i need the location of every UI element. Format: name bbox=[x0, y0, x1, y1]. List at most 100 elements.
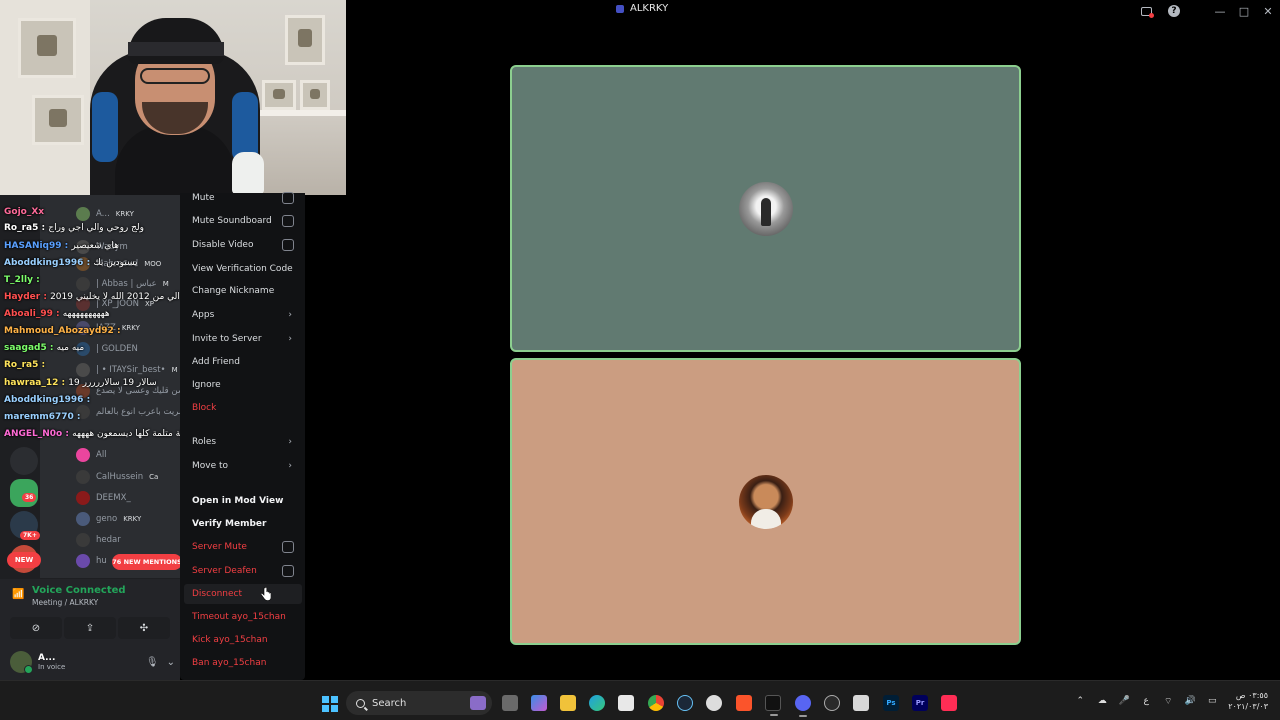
share-screen-button[interactable]: ⇪ bbox=[64, 617, 116, 639]
system-tray: ⌃ ☁ 🎤 ع ⌔ 🔊 ▭ ٠٣:٥٥ ص ٢٠٢١/٠٣/٠٣ bbox=[1074, 681, 1280, 720]
menu-item-server-mute[interactable]: Server Mute bbox=[192, 537, 298, 557]
battery-icon[interactable]: ▭ bbox=[1206, 695, 1218, 707]
edge-icon[interactable] bbox=[589, 695, 605, 711]
tiktok-icon[interactable] bbox=[941, 695, 957, 711]
menu-item-timeout[interactable]: Timeout ayo_15chan bbox=[192, 607, 298, 627]
capcut-icon[interactable] bbox=[765, 695, 781, 716]
member-list-item[interactable]: CalHussein Ca bbox=[76, 468, 158, 486]
premiere-icon[interactable]: Pr bbox=[912, 695, 928, 711]
member-list-item[interactable]: DEEMX_ bbox=[76, 489, 131, 507]
menu-item-open-in-mod-view[interactable]: Open in Mod View bbox=[192, 491, 298, 511]
menu-item-kick[interactable]: Kick ayo_15chan bbox=[192, 630, 298, 650]
close-button[interactable]: ✕ bbox=[1256, 0, 1280, 22]
taskbar-search[interactable]: Search bbox=[346, 691, 492, 715]
chrome-icon[interactable] bbox=[648, 695, 664, 711]
avatar[interactable] bbox=[76, 554, 90, 568]
member-name: geno bbox=[96, 514, 118, 524]
photoshop-icon[interactable]: Ps bbox=[883, 695, 899, 711]
avatar[interactable] bbox=[76, 533, 90, 547]
chevron-up-icon[interactable]: ⌃ bbox=[1074, 695, 1086, 707]
menu-item-label: Mute Soundboard bbox=[192, 216, 272, 226]
clock-date: ٢٠٢١/٠٣/٠٣ bbox=[1228, 702, 1268, 711]
copilot-icon[interactable] bbox=[531, 695, 547, 711]
participant-tile[interactable] bbox=[510, 65, 1021, 352]
menu-item-label: Apps bbox=[192, 310, 215, 320]
help-button[interactable]: ? bbox=[1160, 0, 1188, 22]
language-indicator[interactable]: ع bbox=[1140, 695, 1152, 707]
menu-item-label: Roles bbox=[192, 437, 217, 447]
menu-item-ignore[interactable]: Ignore bbox=[192, 375, 298, 395]
checkbox[interactable] bbox=[282, 192, 294, 204]
clock[interactable]: ٠٣:٥٥ ص ٢٠٢١/٠٣/٠٣ bbox=[1228, 690, 1268, 712]
menu-item-label: Mute bbox=[192, 193, 215, 203]
task-view-icon[interactable] bbox=[502, 695, 518, 711]
file-explorer-icon[interactable] bbox=[560, 695, 576, 711]
cloud-icon[interactable]: ☁ bbox=[1096, 695, 1108, 707]
checkbox[interactable] bbox=[282, 215, 294, 227]
avatar[interactable] bbox=[738, 474, 793, 529]
settings-icon[interactable] bbox=[706, 695, 722, 711]
brave-icon[interactable] bbox=[736, 695, 752, 711]
menu-item-change-nickname[interactable]: Change Nickname bbox=[192, 281, 298, 301]
microphone-icon[interactable]: 🎙 bbox=[146, 657, 159, 668]
menu-item-disconnect[interactable]: Disconnect bbox=[184, 584, 302, 604]
member-list-item[interactable]: geno KRKY bbox=[76, 510, 141, 528]
checkbox[interactable] bbox=[282, 239, 294, 251]
avatar[interactable] bbox=[10, 651, 33, 674]
window-title-text: ALKRKY bbox=[630, 3, 669, 14]
participant-tile[interactable] bbox=[510, 358, 1021, 645]
chat-username: Hayder : bbox=[4, 292, 47, 302]
store-icon[interactable] bbox=[618, 695, 634, 711]
checkbox[interactable] bbox=[282, 565, 294, 577]
new-pill[interactable]: NEW bbox=[7, 552, 41, 568]
avatar[interactable] bbox=[76, 512, 90, 526]
menu-item-add-friend[interactable]: Add Friend bbox=[192, 352, 298, 372]
microphone-icon[interactable]: 🎤 bbox=[1118, 695, 1130, 707]
chat-message: Gojo_Xx bbox=[4, 207, 44, 217]
menu-item-block[interactable]: Block bbox=[192, 398, 298, 418]
avatar[interactable] bbox=[738, 181, 793, 236]
discord-icon[interactable] bbox=[795, 695, 811, 717]
chevron-down-icon[interactable]: ⌄ bbox=[167, 657, 175, 668]
new-mentions-pill[interactable]: 76 NEW MENTIONS bbox=[112, 554, 180, 570]
maximize-button[interactable]: □ bbox=[1232, 0, 1256, 22]
chat-text: شدعوه وداعتك الي من 2012 الله لا يخليني … bbox=[50, 292, 180, 302]
menu-item-server-deafen[interactable]: Server Deafen bbox=[192, 561, 298, 581]
volume-icon[interactable]: 🔊 bbox=[1184, 695, 1196, 707]
menu-item-verify-member[interactable]: Verify Member bbox=[192, 514, 298, 534]
avatar[interactable] bbox=[76, 448, 90, 462]
voice-status[interactable]: Voice Connected bbox=[32, 585, 126, 596]
menu-item-mute[interactable]: Mute bbox=[192, 188, 298, 208]
server-icon[interactable] bbox=[10, 447, 38, 475]
checkbox[interactable] bbox=[282, 541, 294, 553]
avatar[interactable] bbox=[76, 470, 90, 484]
help-icon: ? bbox=[1168, 5, 1180, 17]
chat-text: هاي شعيصير bbox=[71, 241, 119, 251]
menu-item-move-to[interactable]: Move to › bbox=[192, 456, 298, 476]
steam-icon[interactable] bbox=[677, 695, 693, 711]
obs-icon[interactable] bbox=[824, 695, 840, 711]
activities-button[interactable]: ✣ bbox=[118, 617, 170, 639]
avatar[interactable] bbox=[76, 491, 90, 505]
start-button[interactable] bbox=[322, 696, 338, 712]
menu-item-mute-soundboard[interactable]: Mute Soundboard bbox=[192, 211, 298, 231]
member-tag: Ca bbox=[149, 473, 159, 481]
camera-off-button[interactable]: ⊘ bbox=[10, 617, 62, 639]
chat-username: Aboddking1996 : bbox=[4, 258, 91, 268]
menu-item-roles[interactable]: Roles › bbox=[192, 432, 298, 452]
member-list-item[interactable]: hedar bbox=[76, 531, 121, 549]
menu-item-invite-to-server[interactable]: Invite to Server › bbox=[192, 329, 298, 349]
menu-item-disable-video[interactable]: Disable Video bbox=[192, 235, 298, 255]
search-icon bbox=[356, 698, 365, 708]
screen-record-button[interactable] bbox=[1132, 0, 1160, 22]
snipping-tool-icon[interactable] bbox=[853, 695, 869, 711]
menu-item-view-verification-code[interactable]: View Verification Code bbox=[192, 259, 298, 279]
member-list-item[interactable]: hu bbox=[76, 552, 107, 570]
minimize-button[interactable]: — bbox=[1208, 0, 1232, 22]
member-list-item[interactable]: All bbox=[76, 446, 107, 464]
menu-item-ban[interactable]: Ban ayo_15chan bbox=[192, 653, 298, 673]
network-icon[interactable]: ⌔ bbox=[1162, 695, 1174, 707]
chat-username: Aboddking1996 : bbox=[4, 395, 91, 405]
chat-message: Ro_ra5 : bbox=[4, 360, 45, 370]
menu-item-apps[interactable]: Apps › bbox=[192, 305, 298, 325]
